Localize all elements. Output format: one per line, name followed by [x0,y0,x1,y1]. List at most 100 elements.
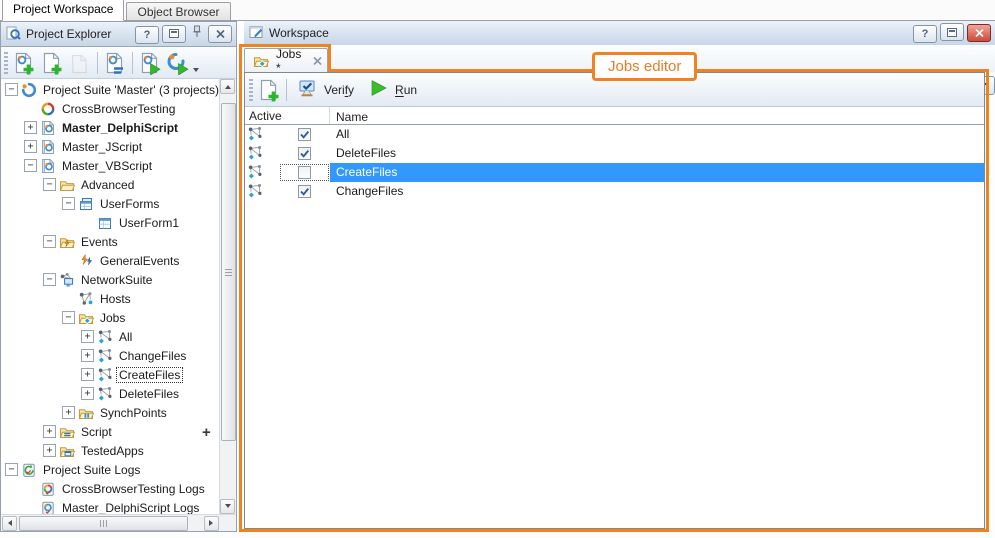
scroll-up-icon[interactable] [220,79,235,94]
organize-items-icon[interactable] [101,49,129,76]
scroll-right-icon[interactable] [204,515,219,531]
close-icon[interactable] [208,25,232,44]
tree-expander-icon[interactable]: − [43,178,56,191]
tree-item-label: ChangeFiles [119,348,187,363]
tree-item[interactable]: + DeleteFiles [1,384,219,403]
project-tree: − Project Suite 'Master' (3 projects) Cros… [1,79,236,514]
tree-item[interactable]: + CreateFiles [1,365,219,384]
job-row[interactable]: CreateFiles [245,163,984,182]
verify-icon [297,78,318,101]
tree-expander-icon[interactable]: + [81,349,94,362]
toolbar-separator [132,51,133,74]
toolbar-grip[interactable] [249,78,253,101]
pin-icon[interactable] [189,24,205,40]
job-row[interactable]: DeleteFiles [245,144,984,163]
tab-project-workspace[interactable]: Project Workspace [2,0,125,21]
tree-item[interactable]: GeneralEvents [1,251,219,270]
tree-item[interactable]: − Project Suite 'Master' (3 projects) [1,80,219,99]
networksuite-icon [59,272,75,288]
tree-item[interactable]: − NetworkSuite [1,270,219,289]
tree-item[interactable]: + Master_DelphiScript [1,118,219,137]
tree-expander-icon[interactable]: − [5,463,18,476]
tree-expander-icon[interactable]: + [81,387,94,400]
add-new-item-icon[interactable] [255,76,283,103]
tree-item[interactable]: − Master_VBScript [1,156,219,175]
tree-item[interactable]: − Jobs [1,308,219,327]
tree-expander-icon[interactable]: + [43,425,56,438]
tree-item[interactable]: − Project Suite Logs [1,460,219,479]
toolbar-grip[interactable] [4,51,8,74]
job-name: ChangeFiles [336,184,404,198]
project-icon [40,139,56,155]
logs-project-icon [40,500,56,514]
job-row[interactable]: ChangeFiles [245,182,984,201]
tree-expander-icon[interactable]: − [62,197,75,210]
tree-expander-icon[interactable]: − [24,159,37,172]
help-icon[interactable]: ? [913,24,937,43]
restore-icon[interactable] [162,24,186,43]
tree-item[interactable]: + ChangeFiles [1,346,219,365]
run-icon[interactable]: Run [361,76,424,103]
run-project-icon[interactable] [136,49,164,76]
tree-vertical-scrollbar[interactable] [219,79,236,514]
active-checkbox[interactable] [298,185,311,198]
tree-expander-icon[interactable]: + [81,368,94,381]
tab-jobs-editor[interactable]: Jobs * [244,47,328,75]
tree-expander-icon[interactable]: − [43,273,56,286]
tree-item[interactable]: − Events [1,232,219,251]
tree-item[interactable]: Hosts [1,289,219,308]
job-icon [97,348,113,364]
tree-expander-icon[interactable]: + [43,444,56,457]
tree-expander-icon[interactable]: − [5,83,18,96]
job-icon [247,126,263,142]
active-checkbox[interactable] [298,166,311,179]
tree-expander-icon[interactable]: − [62,311,75,324]
tree-expander-icon[interactable]: + [24,121,37,134]
verify-icon[interactable]: Verify [290,76,361,103]
add-project-suite-icon[interactable] [10,49,38,76]
tree-item[interactable]: + All [1,327,219,346]
tree-item-label: SynchPoints [100,405,167,420]
toolbar-overflow-icon[interactable] [193,68,199,75]
tree-item[interactable]: − Advanced [1,175,219,194]
active-checkbox[interactable] [298,128,311,141]
tree-expander-icon[interactable]: + [81,330,94,343]
tree-expander-icon[interactable]: + [24,140,37,153]
tree-item-label: Project Suite 'Master' (3 projects) [43,82,219,97]
close-icon[interactable] [967,23,991,42]
job-name: CreateFiles [330,163,984,182]
tree-item[interactable]: − UserForms [1,194,219,213]
active-checkbox[interactable] [298,147,311,160]
vertical-scrollbar-thumb[interactable] [221,103,236,441]
project-explorer-panel: Project Explorer ? − Project Suite 'Maste… [0,21,237,532]
tree-expander-icon[interactable]: − [43,235,56,248]
tree-item[interactable]: UserForm1 [1,213,219,232]
column-header-active[interactable]: Active [245,107,330,124]
scroll-down-icon[interactable] [220,499,235,514]
scroll-left-icon[interactable] [2,515,17,531]
events-icon [78,253,94,269]
tab-object-browser[interactable]: Object Browser [126,2,231,20]
horizontal-scroll-track[interactable] [17,515,204,531]
tree-item[interactable]: + Master_JScript [1,137,219,156]
tree-item[interactable]: Master_DelphiScript Logs [1,498,219,514]
close-tab-icon[interactable] [313,56,322,65]
run-project-suite-icon[interactable] [164,49,192,76]
tree-expander-icon[interactable]: + [62,406,75,419]
horizontal-scrollbar-thumb[interactable] [19,515,188,531]
tree-item-label: UserForm1 [119,215,180,230]
button-label: Run [395,82,418,97]
tree-horizontal-scrollbar[interactable] [1,514,236,531]
tree-item[interactable]: CrossBrowserTesting [1,99,219,118]
help-icon[interactable]: ? [135,26,159,45]
tree-item[interactable]: + Script [1,422,219,441]
tree-item-label: Master_DelphiScript [62,120,179,135]
tree-item[interactable]: CrossBrowserTesting Logs [1,479,219,498]
tree-item[interactable]: + TestedApps [1,441,219,460]
tree-item[interactable]: + SynchPoints [1,403,219,422]
restore-icon[interactable] [940,23,964,42]
column-header-name[interactable]: Name [330,108,984,124]
job-row[interactable]: All [245,125,984,144]
hosts-icon [78,291,94,307]
add-item-icon[interactable] [38,49,66,76]
